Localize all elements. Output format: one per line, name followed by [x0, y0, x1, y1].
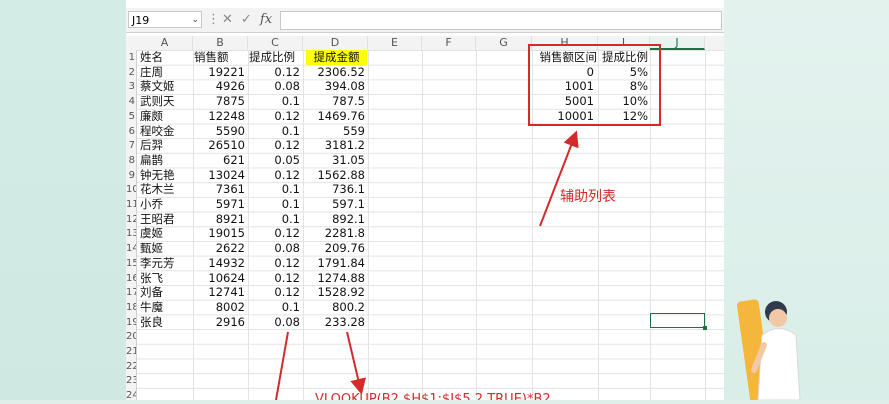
person-illustration [736, 299, 801, 404]
arrow-to-column-d [346, 331, 366, 395]
aux-table-label: 辅助列表 [560, 189, 616, 205]
arrow-from-column-c [275, 331, 289, 400]
background-right [724, 0, 889, 404]
annotation-arrows [275, 130, 579, 400]
arrow-to-aux-table [539, 130, 579, 227]
background-left [0, 0, 128, 400]
formula-annotation: VLOOKUP(B2,$H$1:$I$5,2,TRUE)*B2 [315, 392, 551, 400]
spreadsheet: J19 ⌄ ⋮ ✕ ✓ fx A B C D E F G H I J 12345… [126, 0, 724, 400]
